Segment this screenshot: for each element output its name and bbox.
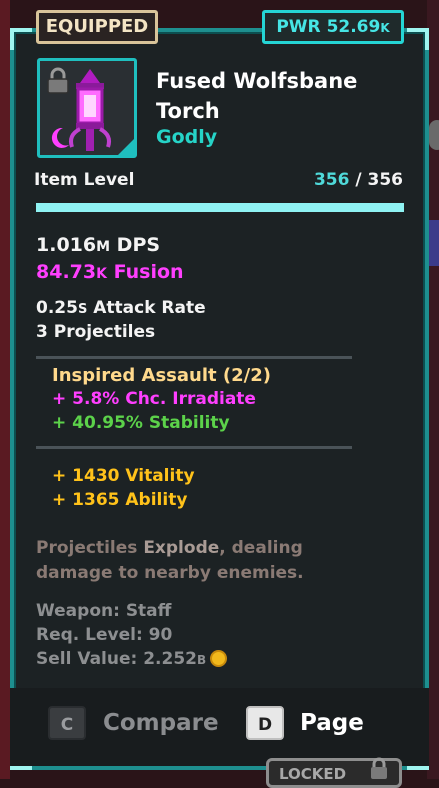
page-button[interactable]: Page	[300, 710, 364, 736]
item-level-current: 356	[313, 170, 350, 190]
item-level-value: 356 / 356	[314, 170, 403, 190]
item-level-label: Item Level	[34, 170, 135, 190]
item-level-progress-bar	[36, 203, 404, 212]
item-name: Fused Wolfsbane Torch	[156, 69, 358, 123]
set-bonus-irradiate: + 5.8% Chc. Irradiate	[52, 389, 256, 409]
rarity-corner-marker	[118, 139, 134, 155]
page-key[interactable]: D	[246, 706, 284, 740]
set-bonus-stability: + 40.95% Stability	[52, 413, 230, 433]
set-bonus-title: Inspired Assault (2/2)	[52, 365, 271, 386]
ability-attribute: + 1365 Ability	[52, 490, 188, 510]
item-level-max: 356	[367, 170, 404, 190]
power-value: 52.69	[326, 17, 381, 37]
fusion-stat: 84.73K Fusion	[36, 261, 206, 283]
lock-icon	[371, 757, 387, 779]
equipped-badge: EQUIPPED	[36, 10, 158, 44]
moon-icon	[51, 127, 69, 148]
compare-key[interactable]: C	[48, 706, 86, 740]
item-level-separator: /	[355, 170, 362, 190]
sell-value: Sell Value: 2.252B	[36, 649, 228, 669]
corner-ornament	[407, 28, 429, 50]
attack-rate-stat: 0.25S Attack Rate	[36, 298, 206, 318]
background-purple-tab	[429, 220, 439, 266]
item-description: Projectiles Explode, dealing damage to n…	[36, 538, 304, 583]
section-divider	[36, 446, 352, 449]
corner-ornament	[10, 28, 32, 50]
power-unit: K	[380, 21, 390, 35]
projectiles-stat: 3 Projectiles	[36, 322, 156, 342]
item-level-progress-fill	[36, 203, 404, 212]
weapon-type: Weapon: Staff	[36, 601, 172, 621]
power-label: PWR	[276, 17, 321, 37]
background-left-edge	[0, 0, 10, 779]
locked-label: LOCKED	[279, 765, 347, 783]
required-level: Req. Level: 90	[36, 625, 173, 645]
section-divider	[36, 356, 352, 359]
dps-stat: 1.016M DPS	[36, 234, 161, 256]
compare-button[interactable]: Compare	[103, 710, 219, 736]
action-bar: C Compare D Page	[10, 688, 429, 766]
gold-coin-icon	[210, 650, 228, 667]
locked-tab[interactable]: LOCKED	[266, 757, 402, 788]
vitality-attribute: + 1430 Vitality	[52, 466, 195, 486]
item-rarity: Godly	[156, 126, 218, 148]
item-icon-frame[interactable]	[37, 58, 137, 158]
power-badge: PWR 52.69K	[262, 10, 404, 44]
moon-icon	[197, 264, 205, 278]
scroll-knob	[429, 120, 439, 150]
